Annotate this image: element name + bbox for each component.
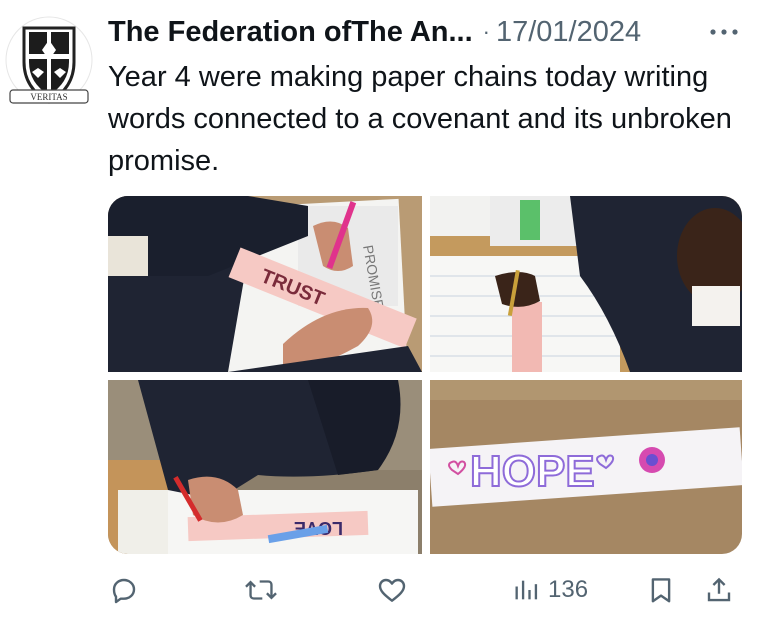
tweet-text: Year 4 were making paper chains today wr… xyxy=(108,61,732,177)
photo-hope[interactable]: HOPE xyxy=(430,380,742,554)
photo-writing[interactable] xyxy=(430,196,742,372)
avatar[interactable]: VERITAS xyxy=(4,10,94,110)
like-button[interactable] xyxy=(376,568,408,612)
views-icon xyxy=(512,575,540,605)
reply-icon xyxy=(108,574,140,606)
bookmark-button[interactable] xyxy=(646,568,676,612)
more-options-icon[interactable] xyxy=(706,22,742,42)
views-button[interactable]: 136 xyxy=(512,568,588,612)
photo-trust[interactable]: PROMISE TRUST xyxy=(108,196,422,372)
avatar-motto: VERITAS xyxy=(30,92,67,102)
share-icon xyxy=(704,574,734,606)
action-bar: 136 xyxy=(108,568,748,612)
reply-button[interactable] xyxy=(108,568,140,612)
media-grid: PROMISE TRUST HOPE xyxy=(108,196,742,554)
strip-text-hope: HOPE xyxy=(470,447,595,496)
share-button[interactable] xyxy=(704,568,734,612)
header-separator: · xyxy=(482,19,490,44)
views-count: 136 xyxy=(548,576,589,603)
retweet-icon xyxy=(244,574,278,606)
bookmark-icon xyxy=(646,574,676,606)
tweet-date[interactable]: 17/01/2024 xyxy=(496,16,641,49)
tweet-header: The Federation ofThe An... · 17/01/2024 xyxy=(108,14,748,50)
author-name[interactable]: The Federation ofThe An... xyxy=(108,16,473,49)
like-icon xyxy=(376,574,408,606)
photo-love[interactable]: LOVE xyxy=(108,380,422,554)
retweet-button[interactable] xyxy=(244,568,278,612)
